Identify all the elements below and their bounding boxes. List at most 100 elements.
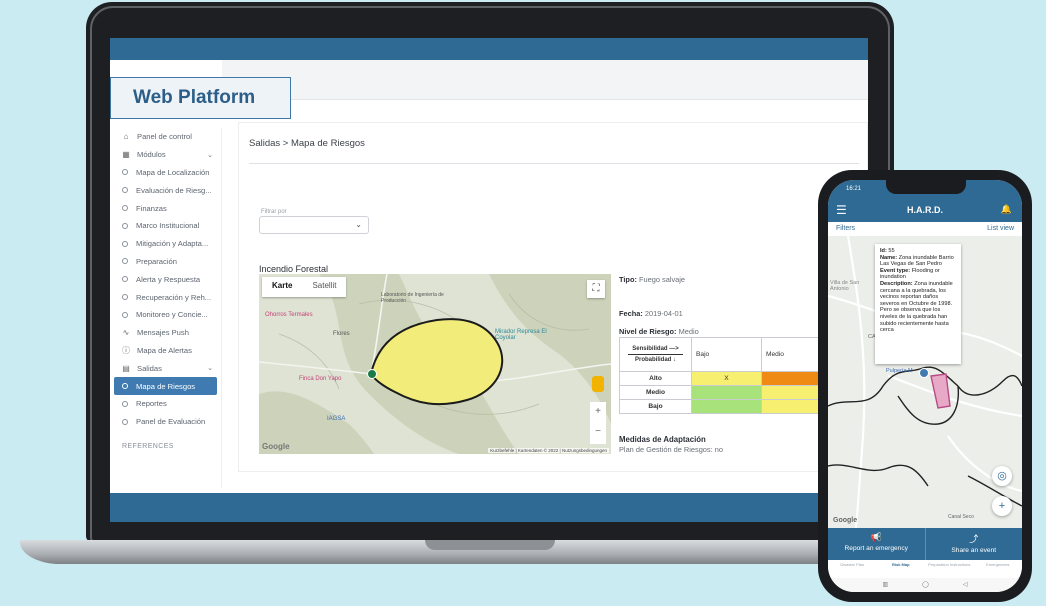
bullet-icon xyxy=(122,187,128,194)
sidebar-item-recuperacion[interactable]: Recuperación y Reh... xyxy=(110,288,221,306)
sidebar-item-label: Panel de Evaluación xyxy=(136,417,206,427)
bullet-icon xyxy=(122,383,128,390)
nav-risk-map[interactable]: Risk Map xyxy=(877,560,926,578)
sidebar-item-label: Mapa de Riesgos xyxy=(136,381,196,391)
phone-app-bar: ☰ H.A.R.D. 🔔 xyxy=(828,198,1022,222)
map-location-marker-icon[interactable] xyxy=(367,369,377,379)
tipo-value: Fuego salvaje xyxy=(639,275,686,284)
share-icon: ⤴ xyxy=(969,534,979,544)
recent-apps-icon[interactable]: ▥ xyxy=(882,581,888,592)
matrix-cell xyxy=(691,385,762,400)
sidebar-item-mensajes-push[interactable]: ∿ Mensajes Push xyxy=(110,324,221,342)
references-heading: REFERENCES xyxy=(122,442,174,450)
sidebar-item-monitoreo[interactable]: Monitoreo y Concie... xyxy=(110,306,221,324)
phone-location-marker-icon[interactable] xyxy=(919,368,929,378)
matrix-axis-top: Sensibilidad —> xyxy=(632,346,679,352)
nav-preparation[interactable]: Preparation Instructions xyxy=(925,560,974,578)
flood-zone-polygon[interactable] xyxy=(930,373,951,409)
sidebar-item-panel-de-control[interactable]: ⌂ Panel de control xyxy=(110,128,221,146)
sidebar-item-label: Marco Institucional xyxy=(136,221,200,231)
risk-map[interactable]: Karte Satellit ⛶ Ohorros Termales Flores… xyxy=(259,274,611,454)
phone-bottom-nav: Disaster Plan Risk Map Preparation Instr… xyxy=(828,560,1022,578)
home-button-icon[interactable]: ◯ xyxy=(922,581,929,592)
fecha-label: Fecha: xyxy=(619,309,643,318)
bell-icon[interactable]: 🔔 xyxy=(1001,204,1012,215)
matrix-cell: X xyxy=(691,371,762,386)
report-emergency-button[interactable]: 📢 Report an emergency xyxy=(828,528,926,560)
sidebar-item-label: Módulos xyxy=(137,150,166,160)
sidebar-item-label: Panel de control xyxy=(137,132,192,142)
phone-time: 16:21 xyxy=(846,186,862,192)
bullet-icon xyxy=(122,400,128,407)
sidebar-item-mitigacion[interactable]: Mitigación y Adapta... xyxy=(110,235,221,253)
megaphone-icon: 📢 xyxy=(870,532,882,542)
map-place-label: Finca Don Yapo xyxy=(299,376,342,382)
pulse-icon: ∿ xyxy=(122,328,130,338)
sidebar-item-reportes[interactable]: Reportes xyxy=(110,395,221,413)
sidebar-item-alerta-respuesta[interactable]: Alerta y Respuesta xyxy=(110,270,221,288)
filters-link[interactable]: Filters xyxy=(836,225,855,232)
header-strip xyxy=(222,60,868,100)
sidebar-item-label: Monitoreo y Concie... xyxy=(136,310,208,320)
matrix-axis-bottom: Probabilidad ↓ xyxy=(634,357,676,363)
popup-desc-value: Zona inundable cercana a la quebrada, lo… xyxy=(880,280,953,334)
nav-disaster-plan[interactable]: Disaster Plan xyxy=(828,560,877,578)
medidas-value: Plan de Gestión de Riesgos: no xyxy=(619,445,723,454)
matrix-row-header: Bajo xyxy=(619,399,692,414)
sidebar-item-modulos[interactable]: ▦ Módulos ⌄ xyxy=(110,146,221,164)
risk-fecha: Fecha: 2019-04-01 xyxy=(619,309,683,318)
bullet-icon xyxy=(122,240,128,247)
nivel-label: Nivel de Riesgo: xyxy=(619,327,677,336)
main-panel: Salidas > Mapa de Riesgos Filtrar por ⌄ … xyxy=(238,122,868,472)
sidebar-item-mapa-riesgos[interactable]: Mapa de Riesgos xyxy=(114,377,217,395)
my-location-icon[interactable]: ◎ xyxy=(992,466,1012,486)
fullscreen-icon[interactable]: ⛶ xyxy=(587,280,605,298)
map-place-label: Ohorros Termales xyxy=(265,312,313,318)
sidebar-item-panel-evaluacion[interactable]: Panel de Evaluación xyxy=(110,413,221,431)
share-event-button[interactable]: ⤴ Share an event xyxy=(926,528,1023,560)
add-icon[interactable]: + xyxy=(992,496,1012,516)
phone-map[interactable]: Villa de San Antonio Pulpería M Canal Se… xyxy=(828,236,1022,528)
sidebar-item-label: Mapa de Alertas xyxy=(137,345,192,355)
info-popup[interactable]: Id: 55 Name: Zona inundable Barrio Las V… xyxy=(875,244,961,364)
popup-name-label: Name: xyxy=(880,254,898,261)
filter-select[interactable]: ⌄ xyxy=(259,216,369,234)
map-place-label: IAGSA xyxy=(327,416,346,422)
phone-map-label: Pulpería M xyxy=(886,368,913,374)
sidebar-item-label: Mitigación y Adapta... xyxy=(136,239,209,249)
zoom-control[interactable]: + − xyxy=(590,402,606,444)
alert-circle-icon: ⓘ xyxy=(122,345,130,355)
divider xyxy=(249,163,859,164)
map-tab-satellit[interactable]: Satellit xyxy=(302,277,346,297)
sidebar-item-mapa-localizacion[interactable]: Mapa de Localización xyxy=(110,164,221,182)
sidebar-item-finanzas[interactable]: Finanzas xyxy=(110,199,221,217)
sidebar-item-marco-institucional[interactable]: Marco Institucional xyxy=(110,217,221,235)
map-place-label: Mirador Represa El Coyolar xyxy=(495,329,547,341)
grid-icon: ▦ xyxy=(122,150,130,160)
matrix-axis-header: Sensibilidad —> Probabilidad ↓ xyxy=(619,337,692,372)
nav-emergencies[interactable]: Emergencies xyxy=(974,560,1023,578)
android-nav-bar: ▥ ◯ ◁ xyxy=(828,578,1022,592)
zoom-in-icon[interactable]: + xyxy=(590,402,606,422)
popup-id-label: Id: xyxy=(880,248,887,254)
zoom-out-icon[interactable]: − xyxy=(590,422,606,442)
sidebar-item-salidas[interactable]: ▤ Salidas ⌄ xyxy=(110,359,221,377)
matrix-row-header: Medio xyxy=(619,385,692,400)
map-tab-karte[interactable]: Karte xyxy=(262,277,302,297)
sidebar-item-preparacion[interactable]: Preparación xyxy=(110,253,221,271)
sidebar-item-evaluacion-riesgos[interactable]: Evaluación de Riesg... xyxy=(110,181,221,199)
sidebar-item-mapa-alertas[interactable]: ⓘ Mapa de Alertas xyxy=(110,342,221,360)
laptop-screen: Web Platform ⌂ Panel de control ▦ Módulo… xyxy=(110,38,868,522)
breadcrumb: Salidas > Mapa de Riesgos xyxy=(249,138,365,149)
bottom-bar xyxy=(110,493,868,522)
bullet-icon xyxy=(122,169,128,176)
bullet-icon xyxy=(122,294,128,301)
bullet-icon xyxy=(122,205,128,212)
list-view-link[interactable]: List view xyxy=(987,225,1014,232)
street-view-pegman-icon[interactable] xyxy=(592,376,604,392)
sidebar-item-label: Alerta y Respuesta xyxy=(136,274,201,284)
back-icon[interactable]: ◁ xyxy=(963,581,968,592)
map-type-tabs: Karte Satellit xyxy=(262,277,347,297)
chevron-down-icon: ⌄ xyxy=(355,220,362,229)
chevron-down-icon: ⌄ xyxy=(207,365,213,373)
